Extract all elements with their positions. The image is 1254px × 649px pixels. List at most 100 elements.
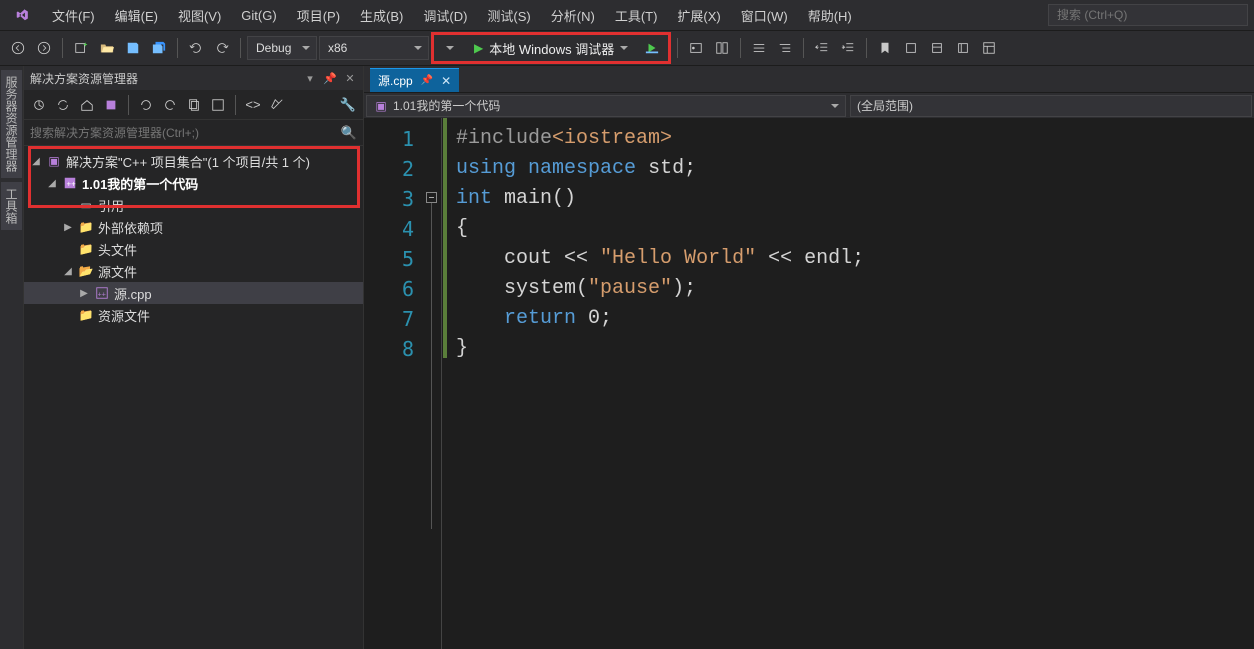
tb-btn-3[interactable]: [747, 36, 771, 60]
solution-explorer-panel: 解决方案资源管理器 ▾ 📌 ✕ <> 🔧 🔍: [24, 66, 364, 649]
menu-build[interactable]: 生成(B): [350, 2, 413, 29]
home-icon[interactable]: [28, 94, 50, 116]
menu-edit[interactable]: 编辑(E): [105, 2, 168, 29]
solution-label: 解决方案"C++ 项目集合"(1 个项目/共 1 个): [66, 152, 310, 171]
new-project-button[interactable]: [69, 36, 93, 60]
external-deps-node[interactable]: ▶ 📁 外部依赖项: [24, 216, 363, 238]
show-all-icon[interactable]: [159, 94, 181, 116]
menu-help[interactable]: 帮助(H): [798, 2, 862, 29]
menu-window[interactable]: 窗口(W): [731, 2, 798, 29]
main-toolbar: Debug x86 ▶ 本地 Windows 调试器: [0, 30, 1254, 66]
solution-search-input[interactable]: [30, 126, 335, 140]
external-deps-label: 外部依赖项: [98, 218, 163, 237]
references-node[interactable]: ▶ ▭ 引用: [24, 194, 363, 216]
code-area[interactable]: 1 2 3 4 5 6 7 8 #include<iostream> using…: [364, 118, 1254, 649]
sync-icon[interactable]: [52, 94, 74, 116]
fold-minus-icon[interactable]: [426, 192, 437, 203]
expand-icon[interactable]: ◢: [46, 178, 58, 189]
solution-tree[interactable]: ◢ ▣ 解决方案"C++ 项目集合"(1 个项目/共 1 个) ◢ ++ 1.0…: [24, 146, 363, 330]
menu-debug[interactable]: 调试(D): [413, 2, 477, 29]
menu-analyze[interactable]: 分析(N): [541, 2, 605, 29]
menu-test[interactable]: 测试(S): [477, 2, 540, 29]
bookmark-button[interactable]: [873, 36, 897, 60]
collapse-icon[interactable]: [135, 94, 157, 116]
wrench-icon[interactable]: 🔧: [337, 94, 359, 116]
search-icon[interactable]: 🔍: [341, 125, 357, 141]
expand-icon[interactable]: ▶: [78, 288, 90, 299]
menu-view[interactable]: 视图(V): [168, 2, 231, 29]
outdent-button[interactable]: [810, 36, 834, 60]
debug-target-button[interactable]: [640, 36, 664, 60]
menu-project[interactable]: 项目(P): [287, 2, 350, 29]
empty-dropdown[interactable]: [438, 36, 462, 60]
tb-btn-4[interactable]: [773, 36, 797, 60]
config-combo[interactable]: Debug: [247, 36, 317, 60]
tb-btn-2[interactable]: [710, 36, 734, 60]
tb-btn-5[interactable]: [899, 36, 923, 60]
solution-node[interactable]: ◢ ▣ 解决方案"C++ 项目集合"(1 个项目/共 1 个): [24, 150, 363, 172]
nav-scope-combo[interactable]: (全局范围): [850, 95, 1252, 117]
menu-file[interactable]: 文件(F): [42, 2, 105, 29]
line-gutter: 1 2 3 4 5 6 7 8: [364, 118, 424, 649]
start-debug-button[interactable]: ▶ 本地 Windows 调试器: [464, 35, 638, 61]
chevron-down-icon[interactable]: ▾: [303, 72, 317, 85]
scope-icon[interactable]: [100, 94, 122, 116]
code-icon[interactable]: <>: [242, 94, 264, 116]
tb-btn-7[interactable]: [951, 36, 975, 60]
files-icon[interactable]: [183, 94, 205, 116]
headers-node[interactable]: ▶ 📁 头文件: [24, 238, 363, 260]
save-all-button[interactable]: [147, 36, 171, 60]
save-button[interactable]: [121, 36, 145, 60]
svg-text:++: ++: [67, 180, 77, 189]
file-tab[interactable]: 源.cpp 📌 ✕: [370, 68, 459, 92]
source-file-node[interactable]: ▶ ++ 源.cpp: [24, 282, 363, 304]
pin-icon[interactable]: 📌: [323, 72, 337, 85]
expand-icon[interactable]: ▶: [62, 222, 74, 233]
indent-button[interactable]: [836, 36, 860, 60]
outline-margin[interactable]: [424, 118, 442, 649]
ln: 1: [364, 124, 414, 154]
separator: [62, 38, 63, 58]
tb-btn-6[interactable]: [925, 36, 949, 60]
global-search-input[interactable]: [1048, 4, 1248, 26]
headers-label: 头文件: [98, 240, 137, 259]
home2-icon[interactable]: [76, 94, 98, 116]
editor-tabstrip: 源.cpp 📌 ✕: [364, 66, 1254, 92]
platform-combo[interactable]: x86: [319, 36, 429, 60]
expand-icon[interactable]: ◢: [62, 266, 74, 277]
references-icon: ▭: [78, 197, 94, 213]
expand-icon[interactable]: ◢: [30, 156, 42, 167]
pin-icon[interactable]: 📌: [421, 75, 433, 86]
undo-button[interactable]: [184, 36, 208, 60]
file-tab-label: 源.cpp: [378, 72, 413, 89]
separator: [740, 38, 741, 58]
tb-btn-8[interactable]: [977, 36, 1001, 60]
properties-icon[interactable]: [266, 94, 288, 116]
source-folder-node[interactable]: ◢ 📂 源文件: [24, 260, 363, 282]
redo-button[interactable]: [210, 36, 234, 60]
chevron-down-icon: [620, 46, 628, 54]
well-toolbox[interactable]: 工具箱: [1, 182, 22, 230]
nav-back-button[interactable]: [6, 36, 30, 60]
refresh-icon[interactable]: [207, 94, 229, 116]
ln: 8: [364, 334, 414, 364]
source-folder-label: 源文件: [98, 262, 137, 281]
highlight-box-debug: ▶ 本地 Windows 调试器: [431, 32, 671, 64]
nav-fwd-button[interactable]: [32, 36, 56, 60]
menu-git[interactable]: Git(G): [231, 4, 286, 27]
tb-btn-1[interactable]: [684, 36, 708, 60]
project-node[interactable]: ◢ ++ 1.01我的第一个代码: [24, 172, 363, 194]
resources-node[interactable]: ▶ 📁 资源文件: [24, 304, 363, 326]
menu-tools[interactable]: 工具(T): [605, 2, 668, 29]
separator: [866, 38, 867, 58]
code-text[interactable]: #include<iostream> using namespace std; …: [448, 118, 1254, 649]
close-icon[interactable]: ✕: [343, 72, 357, 85]
open-file-button[interactable]: [95, 36, 119, 60]
menu-extensions[interactable]: 扩展(X): [667, 2, 730, 29]
references-label: 引用: [98, 196, 124, 215]
well-server-explorer[interactable]: 服务器资源管理器: [1, 70, 22, 178]
close-icon[interactable]: ✕: [441, 74, 451, 88]
ln: 5: [364, 244, 414, 274]
nav-project-combo[interactable]: ▣ 1.01我的第一个代码: [366, 95, 846, 117]
cpp-file-icon: ++: [94, 285, 110, 301]
